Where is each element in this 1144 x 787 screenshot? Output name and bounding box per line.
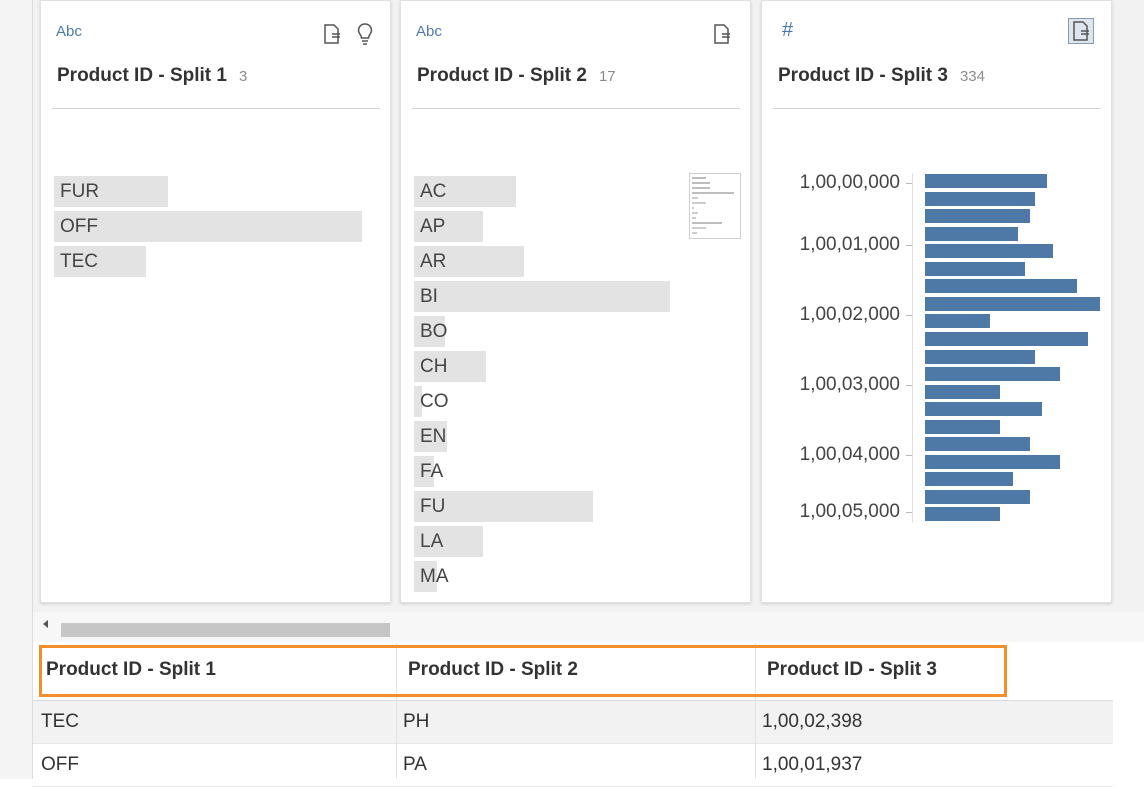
category-label[interactable]: CH: [420, 351, 447, 382]
table-cell[interactable]: PA: [403, 744, 753, 786]
histogram-bar[interactable]: [925, 209, 1030, 223]
profile-card-split-1[interactable]: Abc Product ID - Split 1 3 FUR OFF TEC: [40, 0, 391, 603]
histogram-bar[interactable]: [925, 472, 1013, 486]
column-headers-highlight-box: [39, 645, 1007, 697]
category-label[interactable]: LA: [420, 526, 443, 557]
axis-tick-label: 1,00,00,000: [799, 172, 900, 193]
axis-tick-label: 1,00,02,000: [799, 304, 900, 325]
histogram-bar[interactable]: [925, 455, 1060, 469]
category-label[interactable]: BO: [420, 316, 447, 347]
distinct-count: 3: [238, 68, 248, 85]
table-cell[interactable]: 1,00,01,937: [762, 744, 1102, 786]
scrollbar-thumb[interactable]: [61, 623, 390, 637]
histogram-bar[interactable]: [925, 507, 1000, 521]
histogram-bar[interactable]: [925, 174, 1047, 188]
histogram-bar[interactable]: [925, 332, 1088, 346]
header-divider: [412, 108, 740, 109]
horizontal-scrollbar[interactable]: [33, 612, 1144, 642]
field-name: Product ID - Split 1: [57, 65, 227, 86]
histogram-bar[interactable]: [925, 367, 1060, 381]
histogram-bar[interactable]: [925, 490, 1030, 504]
distinct-count: 17: [598, 68, 616, 85]
histogram-bar[interactable]: [925, 437, 1030, 451]
category-label[interactable]: CO: [420, 386, 449, 417]
table-cell[interactable]: PH: [403, 701, 753, 743]
category-label[interactable]: AC: [420, 176, 446, 207]
category-label[interactable]: AP: [420, 211, 445, 242]
category-label[interactable]: FA: [420, 456, 443, 487]
category-label[interactable]: FUR: [60, 176, 99, 207]
histogram-bar[interactable]: [925, 314, 990, 328]
lightbulb-icon[interactable]: [355, 23, 375, 45]
table-row[interactable]: TEC PH 1,00,02,398: [33, 701, 1113, 744]
field-title: Product ID - Split 1 3: [57, 65, 247, 87]
table-row[interactable]: OFF PA 1,00,01,937: [33, 744, 1113, 787]
category-label[interactable]: MA: [420, 561, 449, 592]
field-title: Product ID - Split 3 334: [778, 65, 985, 87]
axis-tick-label: 1,00,05,000: [799, 501, 900, 522]
profile-pane: Abc Product ID - Split 1 3 FUR OFF TEC Abc …: [33, 0, 1144, 612]
axis-tick-label: 1,00,03,000: [799, 374, 900, 395]
header-divider: [52, 108, 380, 109]
profile-card-split-2[interactable]: Abc Product ID - Split 2 17 AC AP AR BI BO CH C…: [400, 0, 751, 603]
table-cell[interactable]: TEC: [41, 701, 391, 743]
axis-tick-label: 1,00,01,000: [799, 234, 900, 255]
string-type-icon[interactable]: Abc: [416, 23, 442, 40]
histogram-bar[interactable]: [925, 279, 1077, 293]
field-name: Product ID - Split 3: [778, 65, 948, 86]
header-divider: [773, 108, 1101, 109]
category-label[interactable]: AR: [420, 246, 446, 277]
left-panel-edge: [0, 0, 33, 779]
histogram-bar[interactable]: [925, 262, 1025, 276]
field-options-icon[interactable]: [712, 23, 732, 45]
profile-card-split-3[interactable]: # Product ID - Split 3 334 1,00,00,000 1,0…: [761, 0, 1112, 603]
histogram-bar[interactable]: [925, 385, 1000, 399]
table-cell[interactable]: OFF: [41, 744, 391, 786]
category-label[interactable]: OFF: [60, 211, 98, 242]
field-title: Product ID - Split 2 17: [417, 65, 616, 87]
histogram-bar[interactable]: [925, 402, 1042, 416]
histogram-bar[interactable]: [925, 350, 1035, 364]
histogram-bar[interactable]: [925, 227, 1018, 241]
histogram-bar[interactable]: [925, 192, 1035, 206]
category-label[interactable]: BI: [420, 281, 438, 312]
chart-overview-minimap[interactable]: [689, 173, 741, 239]
histogram-bar[interactable]: [925, 297, 1100, 311]
field-options-icon[interactable]: [1068, 18, 1094, 44]
axis-line: [912, 173, 913, 523]
category-label[interactable]: EN: [420, 421, 446, 452]
field-name: Product ID - Split 2: [417, 65, 587, 86]
table-cell[interactable]: 1,00,02,398: [762, 701, 1102, 743]
category-bar[interactable]: [54, 211, 362, 242]
histogram-bar[interactable]: [925, 420, 1000, 434]
category-label[interactable]: TEC: [60, 246, 98, 277]
distinct-count: 334: [959, 68, 985, 85]
category-label[interactable]: FU: [420, 491, 445, 522]
scroll-left-arrow-icon[interactable]: [43, 620, 48, 628]
axis-tick-label: 1,00,04,000: [799, 444, 900, 465]
field-options-icon[interactable]: [322, 23, 342, 45]
histogram-bar[interactable]: [925, 244, 1053, 258]
number-type-icon[interactable]: #: [782, 19, 793, 42]
category-bar[interactable]: [414, 281, 670, 312]
string-type-icon[interactable]: Abc: [56, 23, 82, 40]
